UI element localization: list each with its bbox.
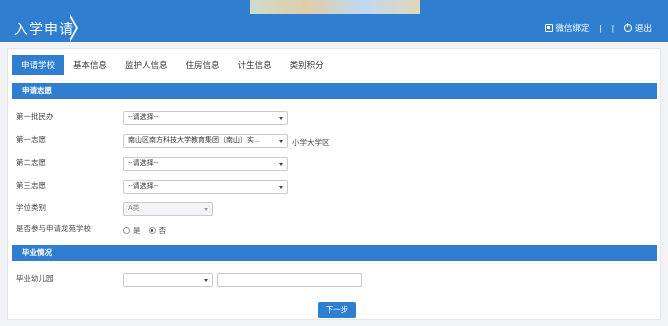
wechat-icon [544, 24, 553, 32]
choice-2-value: --请选择-- [128, 160, 159, 167]
tab-housing-info[interactable]: 住房信息 [177, 55, 229, 75]
choice-1-label: 第一志愿 [16, 135, 46, 144]
logout-link[interactable]: 退出 [623, 22, 652, 34]
header-separator: | [599, 23, 602, 33]
radio-no-label: 否 [158, 226, 167, 235]
kindergarten-label: 毕业幼儿园 [16, 274, 54, 283]
chevron-down-icon [204, 208, 208, 211]
degree-type-value: A类 [128, 205, 140, 212]
chevron-down-icon [279, 163, 283, 166]
tab-category-points[interactable]: 类别积分 [281, 55, 333, 75]
kindergarten-name-input[interactable] [217, 273, 362, 287]
lottery-option-no[interactable]: 否 [148, 225, 167, 236]
header-banner-decoration [250, 0, 420, 14]
tab-bar: 申请学校 基本信息 监护人信息 住房信息 计生信息 类别积分 [12, 55, 333, 77]
chevron-down-icon [204, 279, 208, 282]
choice-1-suffix: 小学大学区 [292, 138, 330, 147]
kindergarten-select[interactable] [123, 273, 213, 287]
tab-family-planning-info[interactable]: 计生信息 [229, 55, 281, 75]
tab-guardian-info[interactable]: 监护人信息 [116, 55, 177, 75]
section-header-graduation: 毕业情况 [12, 245, 657, 261]
chevron-down-icon [279, 140, 283, 143]
degree-type-select: A类 [123, 202, 213, 216]
page-title: 入学申请 [14, 21, 74, 37]
lottery-option-yes[interactable]: 是 [123, 225, 141, 236]
degree-type-label: 学位类别 [16, 203, 46, 212]
content-panel: 申请学校 基本信息 监护人信息 住房信息 计生信息 类别积分 申请志愿 第一批民… [7, 48, 661, 320]
first-batch-value: --请选择-- [128, 114, 159, 121]
radio-yes[interactable] [123, 227, 130, 234]
app-header [0, 0, 668, 42]
header-separator-2: | [611, 23, 614, 33]
power-icon [623, 23, 632, 32]
first-batch-select[interactable]: --请选择-- [123, 111, 288, 125]
chevron-down-icon [279, 117, 283, 120]
first-batch-label: 第一批民办 [16, 112, 54, 121]
logout-label: 退出 [634, 23, 652, 33]
choice-2-label: 第二志愿 [16, 158, 46, 167]
tab-basic-info[interactable]: 基本信息 [64, 55, 116, 75]
choice-1-select[interactable]: 南山区南方科技大学教育集团（南山）实... [123, 134, 288, 148]
tab-apply-school[interactable]: 申请学校 [12, 55, 65, 75]
wechat-bind-link[interactable]: 微信绑定 [544, 22, 590, 34]
choice-2-select[interactable]: --请选择-- [123, 157, 288, 171]
header-actions: 微信绑定 | | 退出 [544, 22, 652, 34]
choice-1-value: 南山区南方科技大学教育集团（南山）实... [128, 137, 260, 144]
section-header-choices: 申请志愿 [12, 83, 657, 99]
radio-yes-label: 是 [133, 226, 141, 235]
chevron-down-icon [279, 186, 283, 189]
choice-3-label: 第三志愿 [16, 181, 46, 190]
wechat-bind-label: 微信绑定 [555, 23, 590, 33]
next-step-button[interactable]: 下一步 [318, 302, 356, 318]
choice-3-select[interactable]: --请选择-- [123, 180, 288, 194]
choice-3-value: --请选择-- [128, 183, 159, 190]
lottery-radio-group: 是 否 [123, 225, 174, 236]
radio-no[interactable] [148, 227, 156, 234]
lottery-label: 是否参与申请龙苑学校 [16, 224, 91, 233]
